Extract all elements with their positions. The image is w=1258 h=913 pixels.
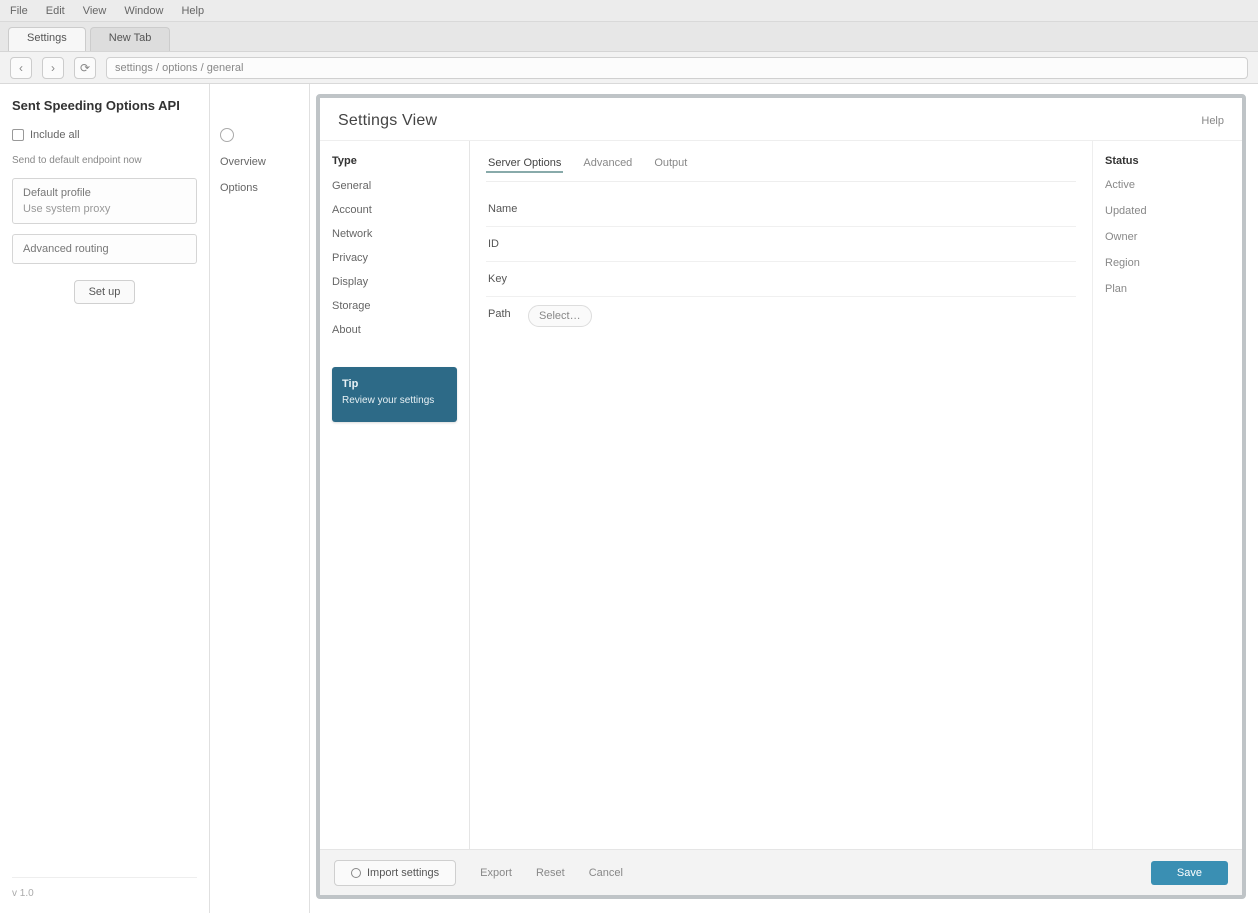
- meta-item: Updated: [1105, 203, 1230, 219]
- box-a-line1: Default profile: [23, 187, 186, 199]
- menu-item[interactable]: View: [83, 5, 107, 17]
- import-button[interactable]: Import settings: [334, 860, 456, 886]
- inner-sidebar-item[interactable]: Network: [332, 225, 457, 243]
- mid-item-overview[interactable]: Overview: [220, 156, 299, 168]
- field-key[interactable]: [528, 270, 1074, 288]
- tab-output[interactable]: Output: [652, 155, 689, 173]
- inner-sidebar-item[interactable]: Storage: [332, 297, 457, 315]
- meta-column: Status Active Updated Owner Region Plan: [1092, 141, 1242, 849]
- inner-sidebar-heading: Type: [332, 155, 457, 167]
- tab-server-options[interactable]: Server Options: [486, 155, 563, 173]
- form-row-id: ID: [486, 227, 1076, 262]
- browser-toolbar: ‹ › ⟳ settings / options / general: [0, 52, 1258, 84]
- forward-button[interactable]: ›: [42, 57, 64, 79]
- left-panel-box-b[interactable]: Advanced routing: [12, 234, 197, 264]
- left-panel-note: Send to default endpoint now: [12, 153, 197, 168]
- path-selector[interactable]: Select…: [528, 305, 592, 327]
- field-path[interactable]: Select…: [528, 305, 1074, 323]
- meta-item: Owner: [1105, 229, 1230, 245]
- menu-item[interactable]: Window: [124, 5, 163, 17]
- left-panel-footer: v 1.0: [12, 877, 197, 899]
- meta-heading: Status: [1105, 155, 1230, 167]
- browser-tab[interactable]: New Tab: [90, 27, 171, 51]
- menu-item[interactable]: Edit: [46, 5, 65, 17]
- browser-tabbar: Settings New Tab: [0, 22, 1258, 52]
- inner-sidebar-item[interactable]: About: [332, 321, 457, 339]
- status-circle-icon: [220, 128, 234, 142]
- left-panel: Sent Speeding Options API Include all Se…: [0, 84, 210, 913]
- address-bar[interactable]: settings / options / general: [106, 57, 1248, 79]
- form-row-name: Name: [486, 192, 1076, 227]
- left-panel-title: Sent Speeding Options API: [12, 98, 197, 113]
- back-button[interactable]: ‹: [10, 57, 32, 79]
- left-panel-checkbox-row[interactable]: Include all: [12, 127, 197, 143]
- center-area: Server Options Advanced Output Name ID K…: [470, 141, 1092, 849]
- main-body: Type General Account Network Privacy Dis…: [320, 141, 1242, 849]
- menu-item[interactable]: Help: [181, 5, 204, 17]
- label-name: Name: [488, 203, 516, 215]
- tab-advanced[interactable]: Advanced: [581, 155, 634, 173]
- browser-tab-active[interactable]: Settings: [8, 27, 86, 51]
- left-panel-box-a[interactable]: Default profile Use system proxy: [12, 178, 197, 224]
- inner-sidebar: Type General Account Network Privacy Dis…: [320, 141, 470, 849]
- meta-item: Active: [1105, 177, 1230, 193]
- upload-icon: [351, 868, 361, 878]
- save-button[interactable]: Save: [1151, 861, 1228, 885]
- screen: File Edit View Window Help Settings New …: [0, 0, 1258, 913]
- inner-sidebar-item[interactable]: Privacy: [332, 249, 457, 267]
- form-row-key: Key: [486, 262, 1076, 297]
- workspace: Sent Speeding Options API Include all Se…: [0, 84, 1258, 913]
- inner-sidebar-item[interactable]: Account: [332, 201, 457, 219]
- main-header: Settings View Help: [320, 98, 1242, 141]
- form-row-path: Path Select…: [486, 297, 1076, 331]
- field-id[interactable]: [528, 235, 1074, 253]
- help-link[interactable]: Help: [1201, 115, 1224, 127]
- main-footer: Import settings Export Reset Cancel Save: [320, 849, 1242, 895]
- label-key: Key: [488, 273, 516, 285]
- page-title: Settings View: [338, 112, 437, 130]
- menu-item[interactable]: File: [10, 5, 28, 17]
- meta-item: Plan: [1105, 281, 1230, 297]
- promo-card-title: Tip: [342, 377, 447, 392]
- label-path: Path: [488, 308, 516, 320]
- reset-link[interactable]: Reset: [536, 867, 565, 879]
- export-link[interactable]: Export: [480, 867, 512, 879]
- box-a-line2: Use system proxy: [23, 203, 186, 215]
- promo-card-text: Review your settings: [342, 394, 447, 408]
- label-id: ID: [488, 238, 516, 250]
- os-menubar: File Edit View Window Help: [0, 0, 1258, 22]
- box-b-line1: Advanced routing: [23, 243, 186, 255]
- cancel-link[interactable]: Cancel: [589, 867, 623, 879]
- content-tabs: Server Options Advanced Output: [486, 155, 1076, 182]
- left-panel-setup-button[interactable]: Set up: [74, 280, 136, 304]
- checkbox-icon: [12, 129, 24, 141]
- import-button-label: Import settings: [367, 867, 439, 879]
- reload-button[interactable]: ⟳: [74, 57, 96, 79]
- inner-sidebar-item[interactable]: General: [332, 177, 457, 195]
- left-panel-check-label: Include all: [30, 129, 80, 141]
- field-name[interactable]: [528, 200, 1074, 218]
- promo-card[interactable]: Tip Review your settings: [332, 367, 457, 422]
- main-frame: Settings View Help Type General Account …: [316, 94, 1246, 899]
- mid-item-options[interactable]: Options: [220, 182, 299, 194]
- inner-sidebar-item[interactable]: Display: [332, 273, 457, 291]
- mid-panel: Overview Options: [210, 84, 310, 913]
- meta-item: Region: [1105, 255, 1230, 271]
